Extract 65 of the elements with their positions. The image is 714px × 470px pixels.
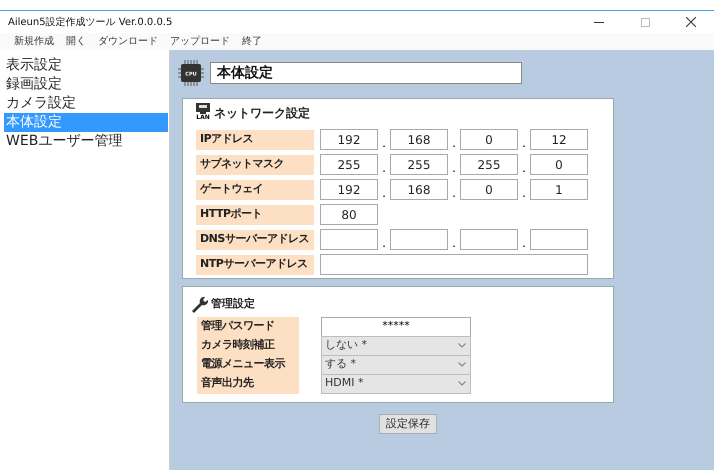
sidebar-item[interactable]: 録画設定 <box>4 75 168 94</box>
chevron-down-icon <box>458 362 466 367</box>
octet-field[interactable]: 12 <box>530 129 588 150</box>
octet-field[interactable]: 0 <box>460 129 518 150</box>
octet-field[interactable]: 255 <box>460 154 518 175</box>
window-title: Aileun5設定作成ツール Ver.0.0.0.5 <box>8 16 172 30</box>
field-label: NTPサーバーアドレス <box>196 254 314 274</box>
octet-field[interactable]: 168 <box>390 129 448 150</box>
field-label: IPアドレス <box>196 130 314 150</box>
field-label: サブネットマスク <box>196 154 314 174</box>
menu-item[interactable]: 開く <box>62 34 90 49</box>
panel-title: 管理設定 <box>211 296 255 312</box>
dot-separator: . <box>451 161 457 175</box>
chevron-down-icon <box>458 381 466 386</box>
field-label: カメラ時刻補正 <box>197 336 299 356</box>
sidebar-item[interactable]: カメラ設定 <box>4 94 168 113</box>
octet-field[interactable]: 168 <box>390 179 448 200</box>
monitor-icon <box>196 103 210 114</box>
octet-field[interactable]: 255 <box>390 154 448 175</box>
octet-field[interactable] <box>460 229 518 250</box>
menu-item[interactable]: ダウンロード <box>94 34 162 49</box>
field-label: HTTPポート <box>196 204 314 224</box>
save-button[interactable]: 設定保存 <box>379 414 437 434</box>
dropdown[interactable]: しない * <box>321 336 471 356</box>
field-label: DNSサーバーアドレス <box>196 230 314 250</box>
field-label: 電源メニュー表示 <box>197 354 299 374</box>
dot-separator: . <box>451 136 457 150</box>
menu-item[interactable]: 終了 <box>238 34 266 49</box>
octet-field[interactable]: 0 <box>460 179 518 200</box>
menu-item[interactable]: アップロード <box>166 34 234 49</box>
field-label: ゲートウェイ <box>196 180 314 200</box>
address-field[interactable] <box>320 254 588 275</box>
octet-field[interactable] <box>320 229 378 250</box>
dot-separator: . <box>381 186 387 200</box>
dot-separator: . <box>451 186 457 200</box>
maximize-icon <box>640 18 650 26</box>
close-icon <box>686 17 696 27</box>
octet-field[interactable] <box>530 229 588 250</box>
octet-field[interactable]: 192 <box>320 179 378 200</box>
dot-separator: . <box>521 186 527 200</box>
password-field[interactable]: ***** <box>321 316 471 336</box>
dot-separator: . <box>381 161 387 175</box>
menu-item[interactable]: 新規作成 <box>10 34 58 49</box>
octet-field[interactable]: 1 <box>530 179 588 200</box>
dot-separator: . <box>451 236 457 250</box>
dot-separator: . <box>381 136 387 150</box>
dot-separator: . <box>521 136 527 150</box>
chevron-down-icon <box>458 343 466 348</box>
sidebar-item[interactable]: WEBユーザー管理 <box>4 132 168 151</box>
dot-separator: . <box>521 161 527 175</box>
section-title-field[interactable]: 本体設定 <box>210 62 522 84</box>
field-label: 管理パスワード <box>197 316 299 336</box>
dot-separator: . <box>381 236 387 250</box>
sidebar-item[interactable]: 表示設定 <box>4 56 168 75</box>
dropdown[interactable]: HDMI * <box>321 374 471 394</box>
wrench-icon <box>191 295 209 313</box>
dropdown[interactable]: する * <box>321 354 471 374</box>
field-label: 音声出力先 <box>197 374 299 394</box>
dot-separator: . <box>521 236 527 250</box>
port-field[interactable]: 80 <box>320 204 378 225</box>
octet-field[interactable] <box>390 229 448 250</box>
octet-field[interactable]: 255 <box>320 154 378 175</box>
panel-title: ネットワーク設定 <box>214 105 310 122</box>
octet-field[interactable]: 192 <box>320 129 378 150</box>
octet-field[interactable]: 0 <box>530 154 588 175</box>
